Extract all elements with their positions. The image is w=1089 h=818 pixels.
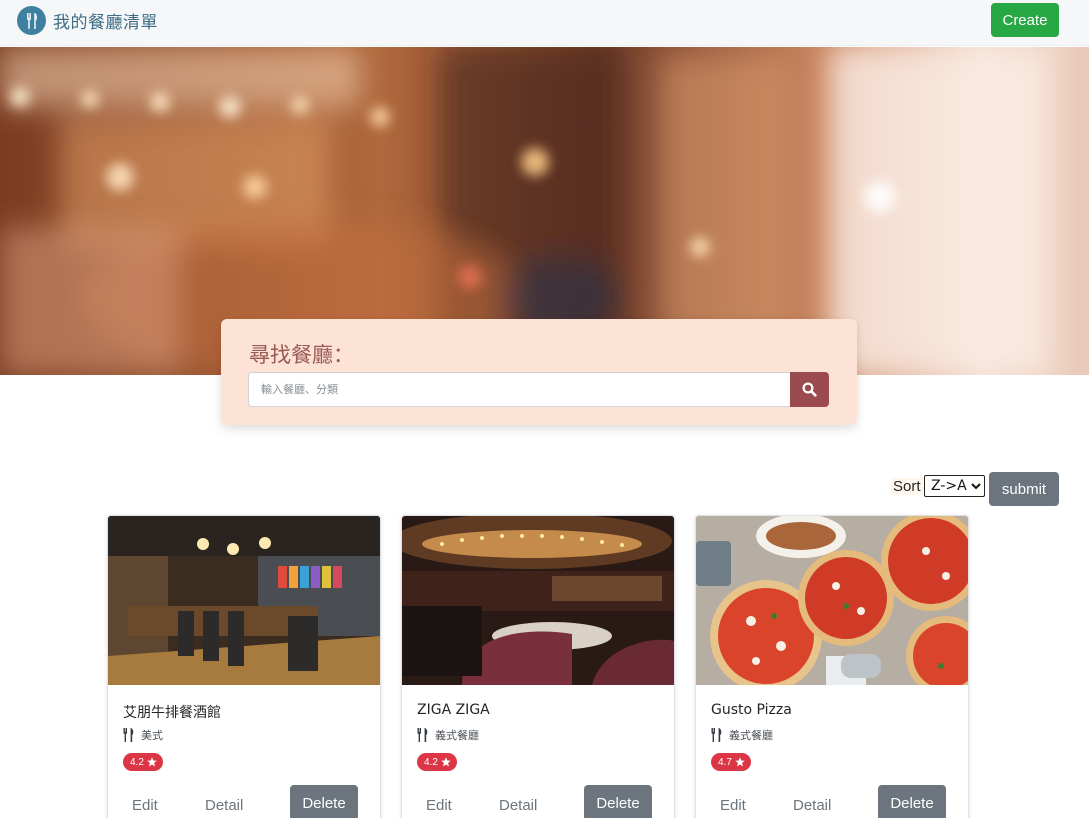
delete-button[interactable]: Delete xyxy=(878,785,946,818)
delete-button[interactable]: Delete xyxy=(584,785,652,818)
brand-link[interactable]: 我的餐廳清單 xyxy=(17,6,158,35)
edit-link[interactable]: Edit xyxy=(132,788,158,818)
restaurant-photo xyxy=(108,516,380,685)
search-button[interactable] xyxy=(790,372,829,407)
search-icon xyxy=(802,382,817,397)
star-icon xyxy=(147,757,157,767)
detail-link[interactable]: Detail xyxy=(793,788,831,818)
restaurant-category: 義式餐廳 xyxy=(711,727,773,743)
restaurant-name: Gusto Pizza xyxy=(711,702,792,718)
create-button[interactable]: Create xyxy=(991,3,1059,37)
restaurant-photo xyxy=(696,516,968,685)
search-input[interactable] xyxy=(248,372,791,407)
rating-badge: 4.7 xyxy=(711,753,751,771)
edit-link[interactable]: Edit xyxy=(720,788,746,818)
restaurant-card[interactable]: ZIGA ZIGA 義式餐廳 4.2 Edit Detail Delete xyxy=(401,515,675,818)
category-label: 義式餐廳 xyxy=(435,729,479,742)
restaurant-photo xyxy=(402,516,674,685)
restaurant-name: 艾朋牛排餐酒館 xyxy=(123,705,221,721)
restaurant-name: ZIGA ZIGA xyxy=(417,702,490,718)
edit-link[interactable]: Edit xyxy=(426,788,452,818)
restaurant-category: 美式 xyxy=(123,727,163,743)
brand-title: 我的餐廳清單 xyxy=(53,13,158,33)
detail-link[interactable]: Detail xyxy=(205,788,243,818)
restaurant-category: 義式餐廳 xyxy=(417,727,479,743)
sort-label: Sort xyxy=(891,478,923,495)
utensils-icon xyxy=(711,728,722,742)
star-icon xyxy=(735,757,745,767)
rating-value: 4.2 xyxy=(424,756,438,768)
detail-link[interactable]: Detail xyxy=(499,788,537,818)
utensils-icon xyxy=(123,728,134,742)
rating-value: 4.7 xyxy=(718,756,732,768)
category-label: 義式餐廳 xyxy=(729,729,773,742)
search-panel: 尋找餐廳： xyxy=(221,319,857,425)
delete-button[interactable]: Delete xyxy=(290,785,358,818)
navbar: 我的餐廳清單 Create xyxy=(0,0,1089,46)
search-title: 尋找餐廳： xyxy=(249,343,354,367)
rating-badge: 4.2 xyxy=(123,753,163,771)
utensils-icon xyxy=(17,6,46,35)
sort-select[interactable]: Z->A xyxy=(924,475,985,497)
sort-submit-button[interactable]: submit xyxy=(989,472,1059,506)
restaurant-card[interactable]: Gusto Pizza 義式餐廳 4.7 Edit Detail Delete xyxy=(695,515,969,818)
category-label: 美式 xyxy=(141,729,163,742)
star-icon xyxy=(441,757,451,767)
rating-badge: 4.2 xyxy=(417,753,457,771)
rating-value: 4.2 xyxy=(130,756,144,768)
restaurant-card[interactable]: 艾朋牛排餐酒館 美式 4.2 Edit Detail Delete xyxy=(107,515,381,818)
utensils-icon xyxy=(417,728,428,742)
